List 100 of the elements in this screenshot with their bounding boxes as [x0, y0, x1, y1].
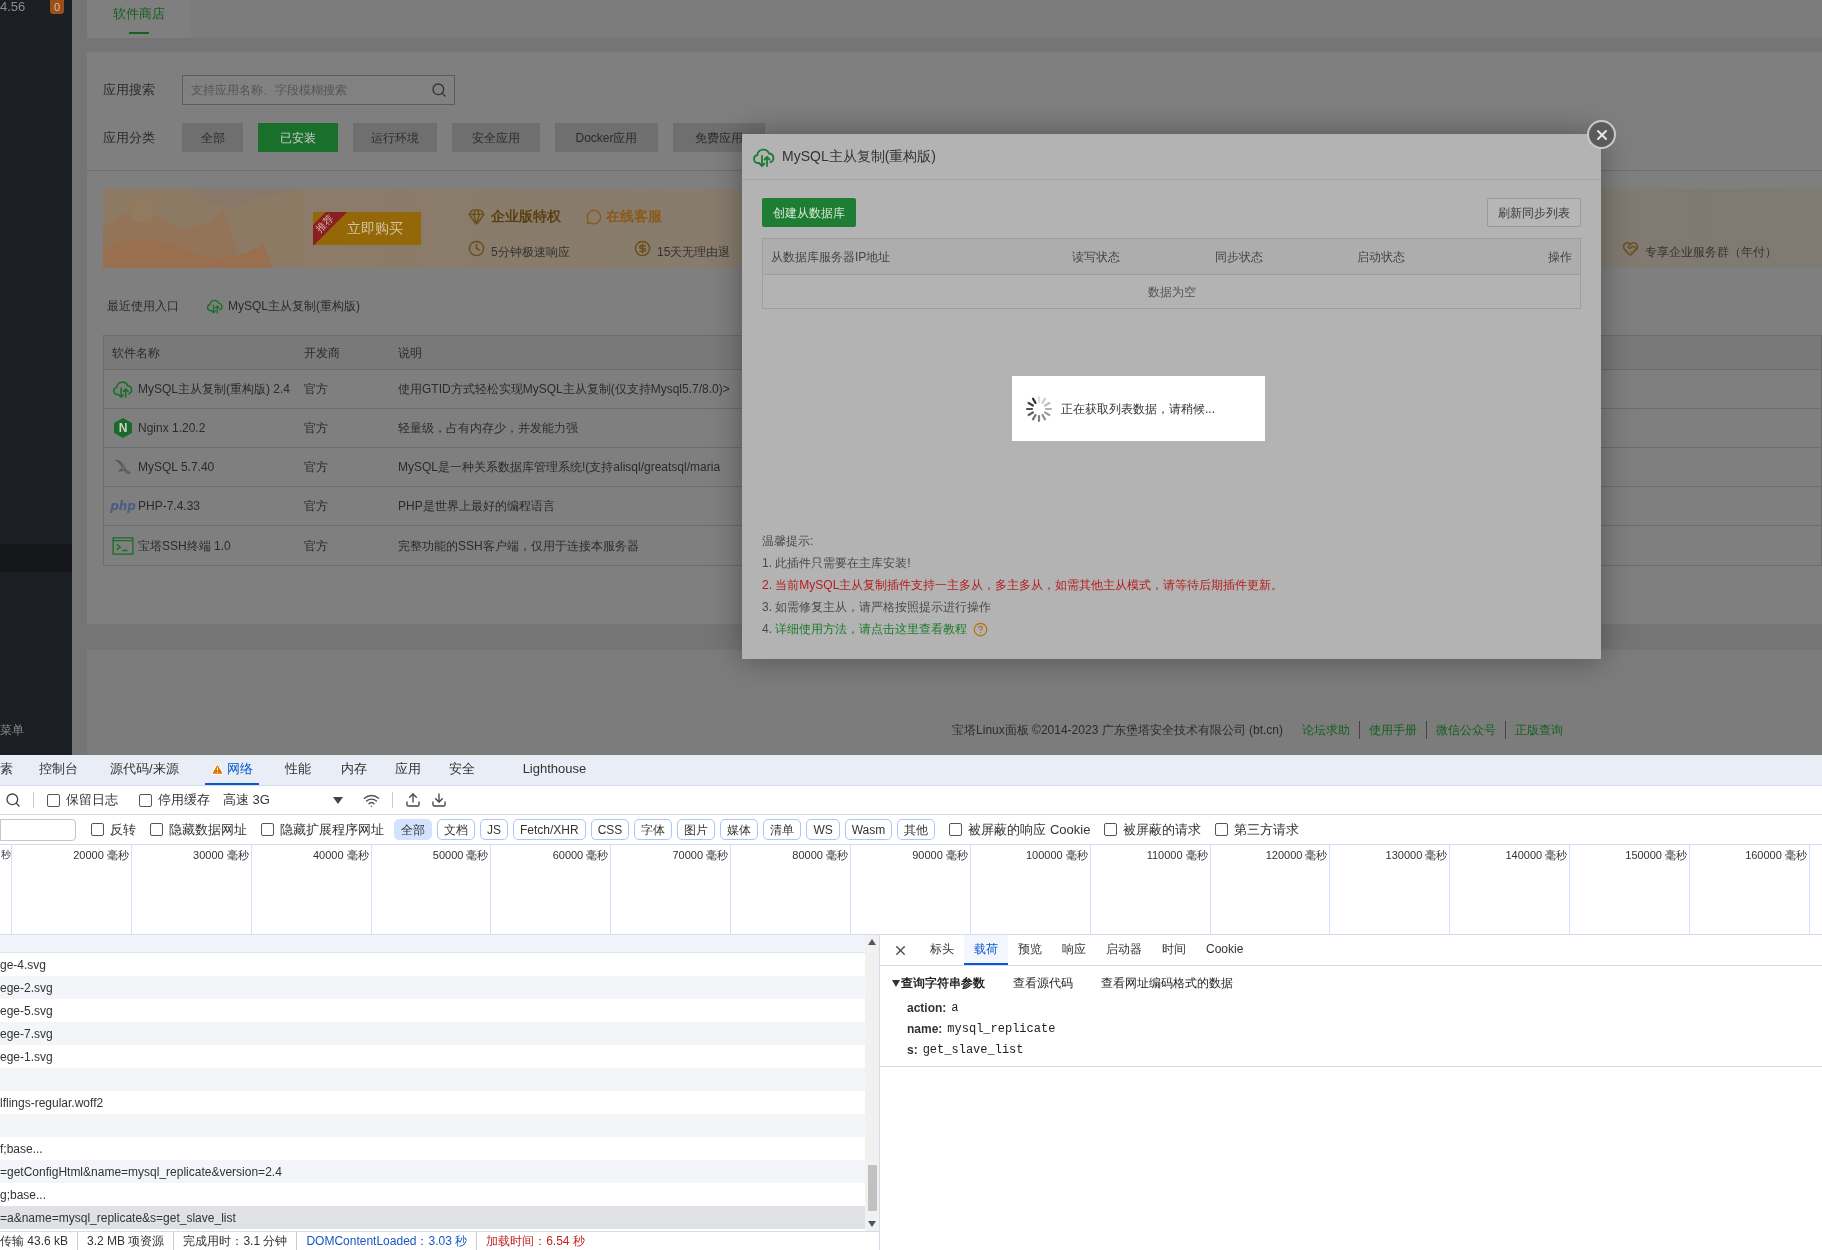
coin-icon [634, 240, 651, 257]
type-filter-chip[interactable]: Wasm [844, 819, 893, 840]
time-tick-label: 120000 毫秒 [1265, 848, 1328, 862]
scroll-up-arrow-icon[interactable] [868, 939, 876, 945]
view-encoded-link[interactable]: 查看网址编码格式的数据 [1101, 974, 1233, 992]
time-tick-label: 150000 毫秒 [1625, 848, 1688, 862]
devtools-tab[interactable]: 应用 [388, 755, 427, 785]
detail-tab[interactable]: 时间 [1152, 935, 1196, 965]
checkbox-label: 隐藏数据网址 [169, 820, 247, 839]
detail-tab[interactable]: 预览 [1008, 935, 1052, 965]
tip-text: 3. 如需修复主从，请严格按照提示进行操作 [762, 599, 993, 616]
status-text: 传输 43.6 kB [0, 1234, 69, 1248]
refresh-button[interactable]: 刷新同步列表 [1487, 198, 1581, 227]
software-name[interactable]: PHP-7.4.33 [138, 497, 201, 515]
search-icon[interactable] [5, 792, 21, 808]
detail-tab[interactable]: 响应 [1052, 935, 1096, 965]
status-text: 加载时间：6.54 秒 [486, 1234, 585, 1248]
column-header: 启动状态 [1357, 248, 1406, 266]
time-tick-label: 60000 毫秒 [552, 848, 609, 862]
developer-cell-text: 官方 [304, 459, 329, 476]
devtools-tab[interactable]: 素 [0, 755, 19, 785]
checkbox[interactable] [47, 793, 60, 807]
create-button[interactable]: 创建从数据库 [762, 198, 856, 227]
type-filter-chip[interactable]: WS [806, 819, 840, 840]
type-filter-chip[interactable]: 清单 [763, 819, 802, 840]
warning-icon [210, 762, 224, 776]
devtools-tab[interactable]: 性能 [278, 755, 317, 785]
type-filter-chip[interactable]: 文档 [437, 819, 475, 840]
notification-badge: 0 [49, 0, 64, 14]
type-filter-chip[interactable]: CSS [590, 819, 630, 840]
checkbox[interactable] [261, 823, 274, 836]
software-name[interactable]: Nginx 1.20.2 [138, 419, 206, 437]
buy-label: 立即购买 [347, 219, 403, 238]
devtools-tab[interactable]: Lighthouse [516, 755, 593, 785]
devtools-tab[interactable]: 控制台 [33, 755, 84, 785]
request-row[interactable]: =a&name=mysql_replicate&s=get_slave_list [0, 1206, 865, 1229]
detail-tab[interactable]: 标头 [920, 935, 964, 965]
software-name[interactable]: MySQL 5.7.40 [138, 458, 215, 476]
upload-icon[interactable] [405, 792, 421, 808]
checkbox[interactable] [150, 823, 163, 836]
developer-cell-text: 官方 [304, 381, 329, 398]
scroll-down-arrow-icon[interactable] [868, 1221, 876, 1227]
category-button[interactable]: 已安装 [258, 123, 338, 152]
type-filter-chip[interactable]: Fetch/XHR [513, 819, 586, 840]
detail-tab[interactable]: 载荷 [964, 935, 1008, 965]
search-label: 应用搜索 [103, 81, 156, 100]
devtools-tab[interactable]: 安全 [442, 755, 481, 785]
menu-label[interactable]: 菜单 [0, 721, 72, 739]
recent-app-link[interactable]: MySQL主从复制(重构版) [206, 297, 360, 315]
time-tick-label: 30000 毫秒 [193, 848, 249, 862]
download-icon[interactable] [431, 792, 447, 808]
devtools-tab[interactable]: 网络 [204, 755, 259, 785]
throttle-select[interactable]: 高速 3G [223, 790, 343, 810]
checkbox[interactable] [949, 823, 963, 836]
checkbox[interactable] [139, 793, 152, 807]
type-filter-chip[interactable]: JS [480, 819, 508, 840]
type-filter-chip[interactable]: 图片 [677, 819, 716, 840]
column-header: 操作 [1548, 248, 1573, 266]
dialog-title: MySQL主从复制(重构版) [782, 147, 936, 166]
software-name[interactable]: 宝塔SSH终端 1.0 [138, 536, 231, 555]
time-tick-label: 20000 毫秒 [73, 848, 129, 862]
description-cell-text: 完整功能的SSH客户端，仅用于连接本服务器 [398, 537, 639, 555]
column-header: 读写状态 [1072, 248, 1121, 266]
type-filter-chip[interactable]: 字体 [634, 819, 673, 840]
checkbox[interactable] [1104, 823, 1118, 836]
column-header: 从数据库服务器IP地址 [770, 248, 892, 266]
time-tick-label: 140000 毫秒 [1505, 848, 1568, 862]
detail-tab[interactable]: Cookie [1196, 935, 1254, 965]
software-name[interactable]: MySQL主从复制(重构版) 2.4 [138, 380, 290, 398]
perk-text: 5分钟极速响应 [491, 244, 570, 261]
checkbox[interactable] [91, 823, 104, 836]
view-source-link[interactable]: 查看源代码 [1013, 974, 1073, 992]
copyright-text: 宝塔Linux面板 ©2014-2023 广东堡塔安全技术有限公司 (bt.cn) [952, 722, 1283, 739]
param-key: action: [907, 998, 947, 1017]
tip-text: 2. 当前MySQL主从复制插件支持一主多从，多主多从，如需其他主从模式，请等待后期插件更新。 [762, 577, 1285, 594]
time-tick-label: 70000 毫秒 [672, 848, 729, 862]
loading-text: 正在获取列表数据，请稍候... [1061, 400, 1215, 418]
description-cell-text: MySQL是一种关系数据库管理系统!(支持alisql/greatsql/maria [398, 459, 721, 476]
request-row[interactable]: =getConfigHtml&name=mysql_replicate&version=2.4 [0, 1160, 865, 1183]
section-toggle[interactable]: 查询字符串参数 [892, 974, 985, 992]
caret-icon [892, 979, 900, 987]
tip-text: 1. 此插件只需要在主库安装! [762, 555, 912, 572]
request-row[interactable]: ege-7.svg [0, 1022, 865, 1045]
column-header: 软件名称 [111, 344, 161, 362]
request-row[interactable]: ege-2.svg [0, 976, 865, 999]
scrollbar[interactable] [865, 935, 879, 1231]
checkbox[interactable] [1215, 823, 1229, 836]
checkbox-label: 被屏蔽的响应 Cookie [968, 820, 1091, 839]
devtools-tab[interactable]: 源代码/来源 [104, 755, 185, 785]
developer-cell-text: 官方 [304, 498, 329, 515]
empty-message: 数据为空 [1147, 283, 1196, 301]
filter-field[interactable] [0, 818, 76, 841]
heart-handshake-icon [1622, 240, 1639, 257]
type-filter-chip[interactable]: 其他 [897, 819, 936, 840]
scrollbar-thumb[interactable] [867, 1165, 877, 1211]
devtools-tab[interactable]: 内存 [334, 755, 373, 785]
buy-button[interactable]: 推荐 立即购买 [313, 212, 421, 245]
type-filter-chip[interactable]: 全部 [394, 819, 432, 840]
type-filter-chip[interactable]: 媒体 [720, 819, 759, 840]
detail-tab[interactable]: 启动器 [1096, 935, 1152, 965]
